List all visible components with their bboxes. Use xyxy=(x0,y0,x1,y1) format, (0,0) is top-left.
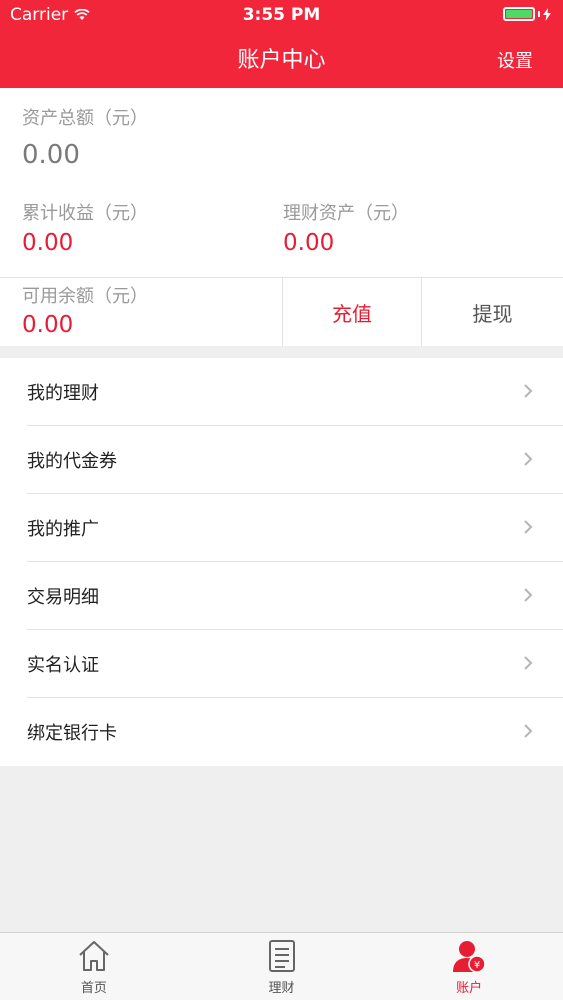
status-time: 3:55 PM xyxy=(242,5,321,25)
account-icon: ¥ xyxy=(453,941,486,973)
tab-label: 账户 xyxy=(456,981,483,996)
account-menu: 我的理财 我的代金券 我的推广 交易明细 实名认证 绑定银行卡 xyxy=(0,358,563,766)
chevron-right-icon xyxy=(524,452,533,466)
chevron-right-icon xyxy=(524,656,533,670)
tab-label: 理财 xyxy=(268,981,295,996)
chevron-right-icon xyxy=(524,520,533,534)
wealth-assets-label: 理财资产（元） xyxy=(283,203,409,224)
cumulative-income-label: 累计收益（元） xyxy=(22,203,148,224)
menu-item-verification[interactable]: 实名认证 xyxy=(0,630,563,698)
tab-home[interactable]: 首页 xyxy=(0,933,188,1000)
status-bar: Carrier 3:55 PM xyxy=(0,0,563,30)
total-assets-label: 资产总额（元） xyxy=(22,108,148,129)
menu-item-label: 我的推广 xyxy=(27,519,99,540)
menu-item-label: 我的理财 xyxy=(27,383,99,404)
page-title: 账户中心 xyxy=(237,48,326,73)
recharge-button[interactable]: 充值 xyxy=(283,278,421,346)
chevron-right-icon xyxy=(524,384,533,398)
wealth-assets-value: 0.00 xyxy=(283,230,335,256)
cumulative-income-value: 0.00 xyxy=(22,230,74,256)
available-balance-label: 可用余额（元） xyxy=(22,286,148,307)
tab-wealth[interactable]: 理财 xyxy=(188,933,376,1000)
available-balance-value: 0.00 xyxy=(22,312,74,338)
svg-text:¥: ¥ xyxy=(474,960,480,971)
menu-item-my-promotion[interactable]: 我的推广 xyxy=(0,494,563,562)
tab-account[interactable]: ¥ 账户 xyxy=(375,933,563,1000)
menu-item-transactions[interactable]: 交易明细 xyxy=(0,562,563,630)
account-summary: 资产总额（元） 0.00 累计收益（元） 0.00 理财资产（元） 0.00 可… xyxy=(0,88,563,346)
total-assets-value: 0.00 xyxy=(22,140,80,170)
list-icon xyxy=(268,940,295,972)
chevron-right-icon xyxy=(524,588,533,602)
chevron-right-icon xyxy=(524,724,533,738)
battery-icon xyxy=(503,7,551,21)
settings-button[interactable]: 设置 xyxy=(497,47,533,73)
withdraw-button[interactable]: 提现 xyxy=(422,278,563,346)
menu-item-label: 我的代金券 xyxy=(27,451,117,472)
home-icon xyxy=(79,941,109,971)
menu-item-my-vouchers[interactable]: 我的代金券 xyxy=(0,426,563,494)
menu-item-bind-bank-card[interactable]: 绑定银行卡 xyxy=(0,698,563,766)
menu-item-label: 实名认证 xyxy=(27,655,99,676)
tab-label: 首页 xyxy=(80,981,107,996)
tab-bar: 首页 理财 ¥ 账户 xyxy=(0,932,563,1000)
menu-item-label: 交易明细 xyxy=(27,587,99,608)
menu-item-label: 绑定银行卡 xyxy=(27,723,117,744)
app-header: Carrier 3:55 PM 账户中心 设置 xyxy=(0,0,563,88)
charging-icon xyxy=(543,7,551,21)
menu-item-my-wealth[interactable]: 我的理财 xyxy=(0,358,563,426)
